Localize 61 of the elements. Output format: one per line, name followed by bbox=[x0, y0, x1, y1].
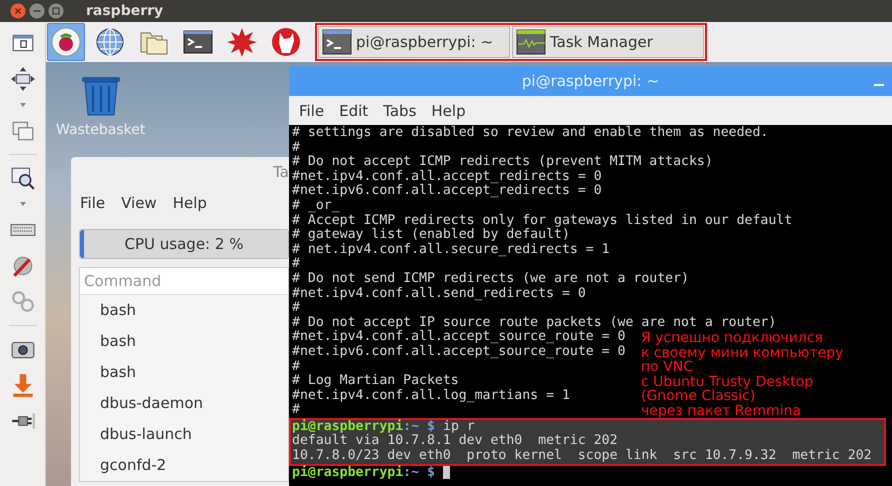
icon-label: Wastebasket bbox=[56, 122, 146, 138]
terminal-line: #net.ipv4.conf.all.send_redirects = 0 bbox=[292, 286, 586, 302]
raspberry-launcher[interactable] bbox=[47, 23, 85, 61]
terminal-line: #net.ipv4.conf.all.accept_redirects = 0 bbox=[292, 170, 602, 184]
prompt-path: :~ bbox=[403, 420, 420, 434]
menu-item[interactable]: Tabs bbox=[383, 102, 416, 120]
taskbar-button[interactable]: Task Manager bbox=[512, 26, 704, 58]
maximize-icon[interactable] bbox=[48, 3, 64, 19]
window-title: Ta bbox=[273, 163, 289, 181]
process-row[interactable]: dbus-daemon bbox=[80, 388, 288, 419]
terminal-line: #net.ipv4.conf.all.log_martians = 1 bbox=[292, 388, 570, 404]
terminal-line: # _or_ bbox=[292, 198, 340, 214]
window-title: raspberry bbox=[86, 3, 164, 19]
process-row[interactable]: bash bbox=[80, 326, 288, 357]
terminal-line: #net.ipv6.conf.all.accept_source_route = 0 bbox=[292, 344, 626, 360]
minimize-icon[interactable] bbox=[29, 3, 45, 19]
menu-item[interactable]: File bbox=[80, 194, 106, 212]
menu-item[interactable]: View bbox=[121, 194, 157, 212]
terminal-line: # bbox=[292, 257, 300, 272]
terminal-line: # bbox=[292, 301, 300, 316]
prompt-symbol: $ bbox=[427, 466, 435, 480]
prompt-symbol: $ bbox=[427, 420, 435, 434]
terminal-line: # Do not accept IP source route packets (we are not a router) bbox=[292, 316, 776, 330]
terminal-line: 10.7.8.0/23 dev eth0 proto kernel scope link src 10.7.9.32 metric 202 bbox=[292, 449, 873, 464]
terminal-line: # Log Martian Packets bbox=[292, 374, 459, 388]
menu-item[interactable]: Help bbox=[431, 102, 466, 120]
terminal-line: # bbox=[292, 360, 300, 374]
zoom-icon[interactable] bbox=[10, 165, 36, 191]
process-row[interactable]: bash bbox=[80, 295, 288, 326]
terminal-line: # Accept ICMP redirects only for gateways listed in our default bbox=[292, 214, 792, 228]
prompt-user: pi@raspberrypi bbox=[292, 420, 404, 434]
caret-icon[interactable] bbox=[18, 102, 26, 108]
cpu-usage-label: CPU usage: 2 % bbox=[124, 235, 244, 253]
move-icon[interactable] bbox=[10, 66, 36, 92]
menu-item[interactable]: Edit bbox=[339, 102, 368, 120]
process-row[interactable]: gconfd-2 bbox=[80, 450, 288, 481]
terminal-line: #net.ipv4.conf.all.accept_source_route = 0 bbox=[292, 330, 626, 344]
taskbar-button[interactable]: pi@raspberrypi: ~ bbox=[318, 26, 510, 58]
menu-item[interactable]: File bbox=[299, 102, 324, 120]
prompt-user: pi@raspberrypi bbox=[292, 466, 404, 480]
menu-item[interactable]: Help bbox=[172, 194, 207, 212]
terminal-line: # net.ipv4.conf.all.secure_redirects = 1 bbox=[292, 242, 610, 258]
terminal-icon bbox=[322, 29, 352, 55]
process-row[interactable]: dbus-launch bbox=[80, 419, 288, 450]
annotation-text: Я успешно подключился к своему мини компьютеру по VNC с Ubuntu Trusty Desktop (Gnome Classic) через пакет Remmina bbox=[641, 331, 844, 419]
terminal-line: # Do not accept ICMP redirects (prevent MITM attacks) bbox=[292, 155, 713, 170]
terminal-line: #net.ipv6.conf.all.accept_redirects = 0 bbox=[292, 184, 602, 199]
prompt-path: :~ bbox=[403, 466, 420, 480]
cursor bbox=[443, 466, 450, 480]
window-title: pi@raspberrypi: ~ bbox=[522, 72, 660, 90]
terminal-line: default via 10.7.8.1 dev eth0 metric 202 bbox=[292, 434, 619, 448]
terminal-line: # bbox=[292, 140, 300, 156]
terminal-line: # gateway list (enabled by default) bbox=[292, 228, 570, 242]
process-row[interactable]: bash bbox=[80, 357, 288, 388]
terminal-line: # Do not send ICMP redirects (we are not a router) bbox=[292, 272, 689, 286]
terminal-line: # bbox=[292, 403, 300, 418]
command-text: ip r bbox=[443, 420, 475, 434]
terminal-line: # settings are disabled so review and enable them as needed. bbox=[292, 126, 768, 141]
caret-icon[interactable] bbox=[18, 201, 26, 207]
monitor-icon bbox=[516, 29, 546, 55]
close-icon[interactable] bbox=[10, 3, 26, 19]
